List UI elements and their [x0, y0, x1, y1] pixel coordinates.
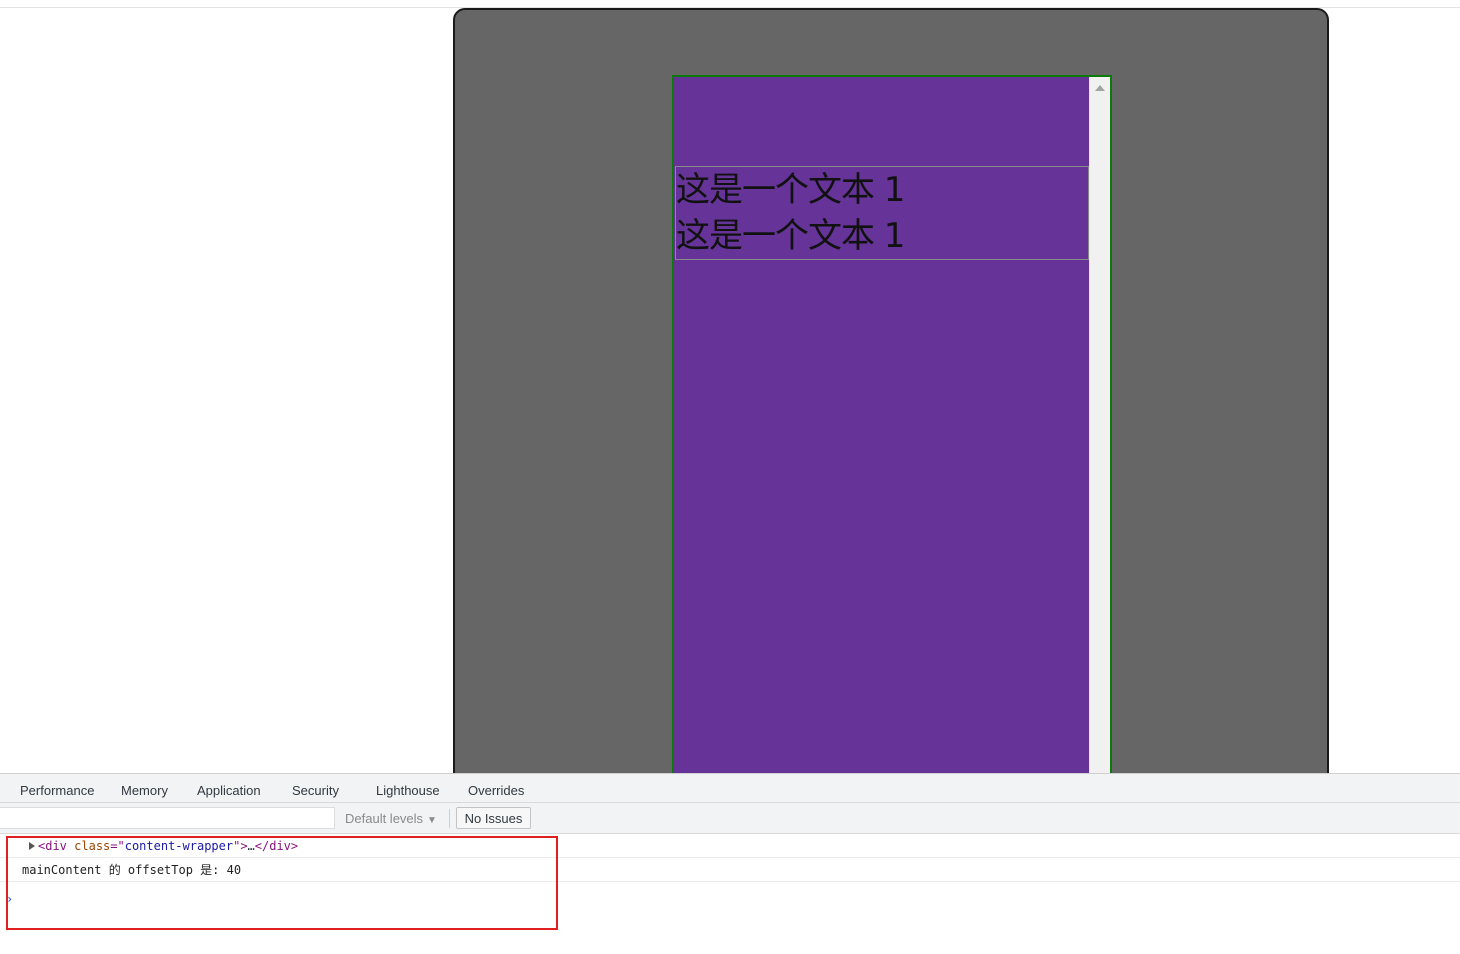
- scroll-up-arrow-icon[interactable]: [1095, 85, 1105, 91]
- scroll-container[interactable]: 这是一个文本 1 这是一个文本 1: [672, 75, 1112, 773]
- tab-application[interactable]: Application: [197, 783, 261, 798]
- tab-security[interactable]: Security: [292, 783, 339, 798]
- text-line-2: 这是一个文本 1: [676, 216, 905, 256]
- expand-triangle-icon[interactable]: [29, 842, 35, 850]
- log-levels-dropdown[interactable]: Default levels ▼: [345, 811, 437, 826]
- console-row-log: mainContent 的 offsetTop 是: 40: [0, 858, 1460, 882]
- text-line-1: 这是一个文本 1: [676, 170, 905, 210]
- tab-performance[interactable]: Performance: [20, 783, 94, 798]
- tab-memory[interactable]: Memory: [121, 783, 168, 798]
- console-prompt-icon[interactable]: ›: [6, 892, 13, 906]
- caret-down-icon: ▼: [427, 815, 437, 826]
- console-filter-input[interactable]: [0, 807, 335, 829]
- vertical-scrollbar[interactable]: [1089, 77, 1110, 773]
- tab-lighthouse[interactable]: Lighthouse: [376, 783, 440, 798]
- content-wrapper: 这是一个文本 1 这是一个文本 1: [675, 166, 1089, 260]
- page-viewport: 这是一个文本 1 这是一个文本 1: [0, 8, 1460, 773]
- element-node[interactable]: <div class="content-wrapper">…</div>: [38, 834, 298, 858]
- issues-button[interactable]: No Issues: [456, 807, 531, 829]
- devtools-panel: Performance Memory Application Security …: [0, 773, 1460, 954]
- console-row-element[interactable]: <div class="content-wrapper">…</div>: [0, 834, 1460, 858]
- devtools-tabbar: Performance Memory Application Security …: [0, 773, 1460, 803]
- console-output: <div class="content-wrapper">…</div> mai…: [0, 834, 1460, 954]
- console-toolbar: Default levels ▼ No Issues: [0, 803, 1460, 834]
- log-levels-label: Default levels: [345, 811, 424, 826]
- log-message: mainContent 的 offsetTop 是: 40: [22, 863, 242, 877]
- tab-overrides[interactable]: Overrides: [468, 783, 524, 798]
- toolbar-divider: [449, 809, 450, 828]
